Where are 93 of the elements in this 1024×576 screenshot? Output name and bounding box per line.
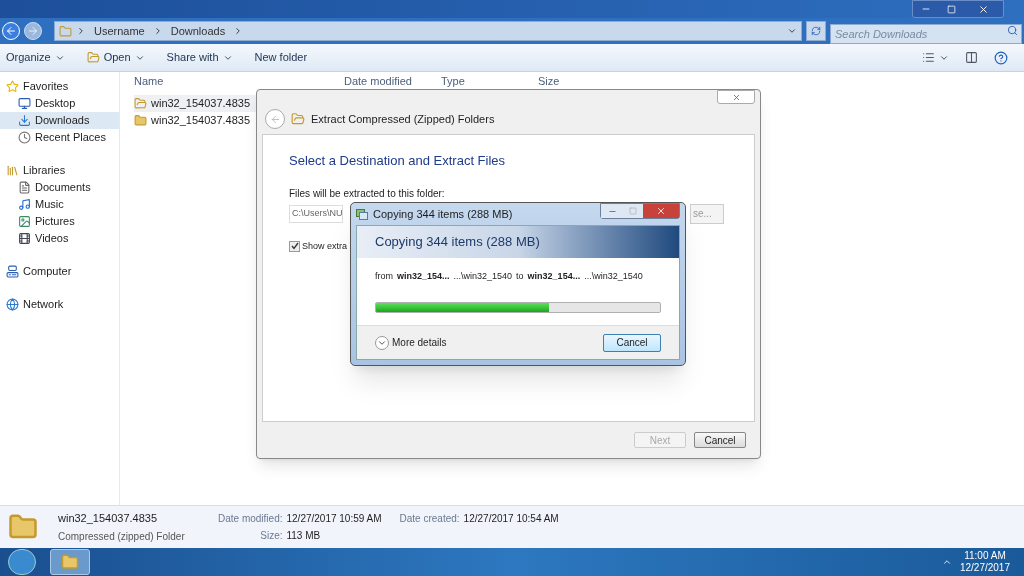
maximize-icon: [629, 207, 637, 215]
detail-value: 12/27/2017 10:59 AM: [286, 512, 382, 526]
close-icon: [656, 206, 666, 216]
detail-label: Size:: [259, 529, 283, 543]
refresh-icon: [811, 26, 821, 36]
dialog-title: Copying 344 items (288 MB): [373, 206, 513, 222]
path-label: Files will be extracted to this folder:: [289, 186, 446, 201]
minimize-button[interactable]: [601, 204, 623, 218]
copy-path-text: win32_154...: [527, 270, 581, 283]
folder-icon: [61, 553, 79, 571]
sidebar-item[interactable]: Desktop: [0, 95, 119, 112]
breadcrumb-item[interactable]: Username: [90, 22, 149, 40]
checkmark-icon: [290, 242, 299, 251]
expand-icon: [375, 335, 389, 350]
close-icon: [977, 3, 989, 15]
toolbar-button[interactable]: New folder: [254, 49, 308, 66]
toolbar-button[interactable]: Share with: [166, 49, 233, 66]
copy-icon: [356, 208, 368, 220]
library-icon: [6, 164, 19, 177]
start-button[interactable]: [8, 549, 36, 575]
refresh-button[interactable]: [806, 21, 826, 41]
address-field[interactable]: Username Downloads: [54, 21, 802, 41]
restore-icon: [946, 4, 956, 14]
view-button[interactable]: [922, 51, 949, 64]
sidebar-item[interactable]: Documents: [0, 179, 119, 196]
folder-icon: [86, 51, 100, 64]
list-view-icon: [922, 51, 935, 64]
dialog-button[interactable]: Cancel: [694, 432, 746, 448]
column-header[interactable]: Name: [120, 72, 330, 90]
computer-icon: [6, 265, 19, 278]
back-arrow-icon: [269, 113, 281, 125]
sidebar-item[interactable]: Videos: [0, 230, 119, 247]
preview-pane-button[interactable]: [965, 51, 978, 64]
detail-label: Date created:: [399, 512, 460, 526]
back-button[interactable]: [265, 109, 285, 129]
copy-path-text: to: [516, 270, 524, 283]
dialog-heading: Copying 344 items (288 MB): [375, 233, 540, 252]
star-icon: [6, 80, 19, 93]
sidebar-item[interactable]: Recent Places: [0, 129, 119, 146]
picture-icon: [18, 215, 31, 228]
folder-icon: [134, 114, 147, 127]
cancel-button[interactable]: Cancel: [603, 333, 661, 352]
sidebar-item[interactable]: Music: [0, 196, 119, 213]
film-icon: [18, 232, 31, 245]
sidebar-item[interactable]: Pictures: [0, 213, 119, 230]
column-header[interactable]: Type: [427, 72, 524, 90]
close-icon: [731, 92, 741, 102]
help-button[interactable]: [994, 50, 1008, 65]
download-icon: [18, 114, 31, 127]
file-name: win32_154037.4835: [58, 511, 159, 527]
detail-label: Date modified:: [218, 512, 283, 526]
search-icon: [1007, 25, 1018, 36]
toolbar-button[interactable]: Organize: [6, 49, 65, 66]
sidebar-item[interactable]: Network: [0, 296, 119, 313]
forward-button[interactable]: [24, 22, 42, 40]
chevron-icon: [76, 26, 86, 36]
breadcrumb-item[interactable]: Downloads: [166, 22, 230, 40]
copy-path-text: ...\win32_1540: [453, 270, 513, 283]
copy-path-text: ...\win32_1540: [584, 270, 643, 283]
sidebar-item[interactable]: Downloads: [0, 112, 119, 129]
sidebar-item[interactable]: Libraries: [0, 162, 119, 179]
copy-path-text: from: [375, 270, 393, 283]
clock-icon: [18, 131, 31, 144]
more-details-button[interactable]: More details: [375, 335, 447, 350]
forward-arrow-icon: [27, 25, 39, 37]
back-arrow-icon: [5, 25, 17, 37]
music-note-icon: [18, 198, 31, 211]
file-type: Compressed (zipped) Folder: [58, 529, 186, 544]
clock[interactable]: 11:00 AM 12/27/2017: [959, 550, 1010, 574]
dialog-heading: Select a Destination and Extract Files: [289, 152, 507, 170]
sidebar-item[interactable]: Computer: [0, 263, 119, 280]
pane-icon: [965, 51, 978, 64]
sidebar-item[interactable]: Favorites: [0, 78, 119, 95]
column-header[interactable]: Size: [524, 72, 604, 90]
globe-icon: [6, 298, 19, 311]
taskbar-explorer-button[interactable]: [50, 549, 90, 575]
close-button[interactable]: [717, 90, 755, 104]
checkbox-label: Show extra: [302, 239, 348, 253]
copy-path-text: win32_154...: [397, 270, 450, 283]
checkbox[interactable]: [289, 240, 300, 252]
close-button[interactable]: [643, 204, 679, 218]
column-header[interactable]: Date modified: [330, 72, 427, 90]
path-field[interactable]: C:\Users\NU: [289, 204, 343, 223]
detail-value: 113 MB: [286, 529, 322, 543]
detail-value: 12/27/2017 10:54 AM: [463, 512, 559, 526]
monitor-icon: [18, 97, 31, 110]
search-field[interactable]: Search Downloads: [830, 24, 1022, 44]
toolbar-button[interactable]: Open: [86, 49, 145, 66]
document-icon: [18, 181, 31, 194]
dropdown-icon: [787, 26, 797, 36]
dialog-title: Extract Compressed (Zipped) Folders: [311, 111, 495, 127]
folder-icon: [59, 24, 72, 38]
help-icon: [994, 50, 1008, 65]
